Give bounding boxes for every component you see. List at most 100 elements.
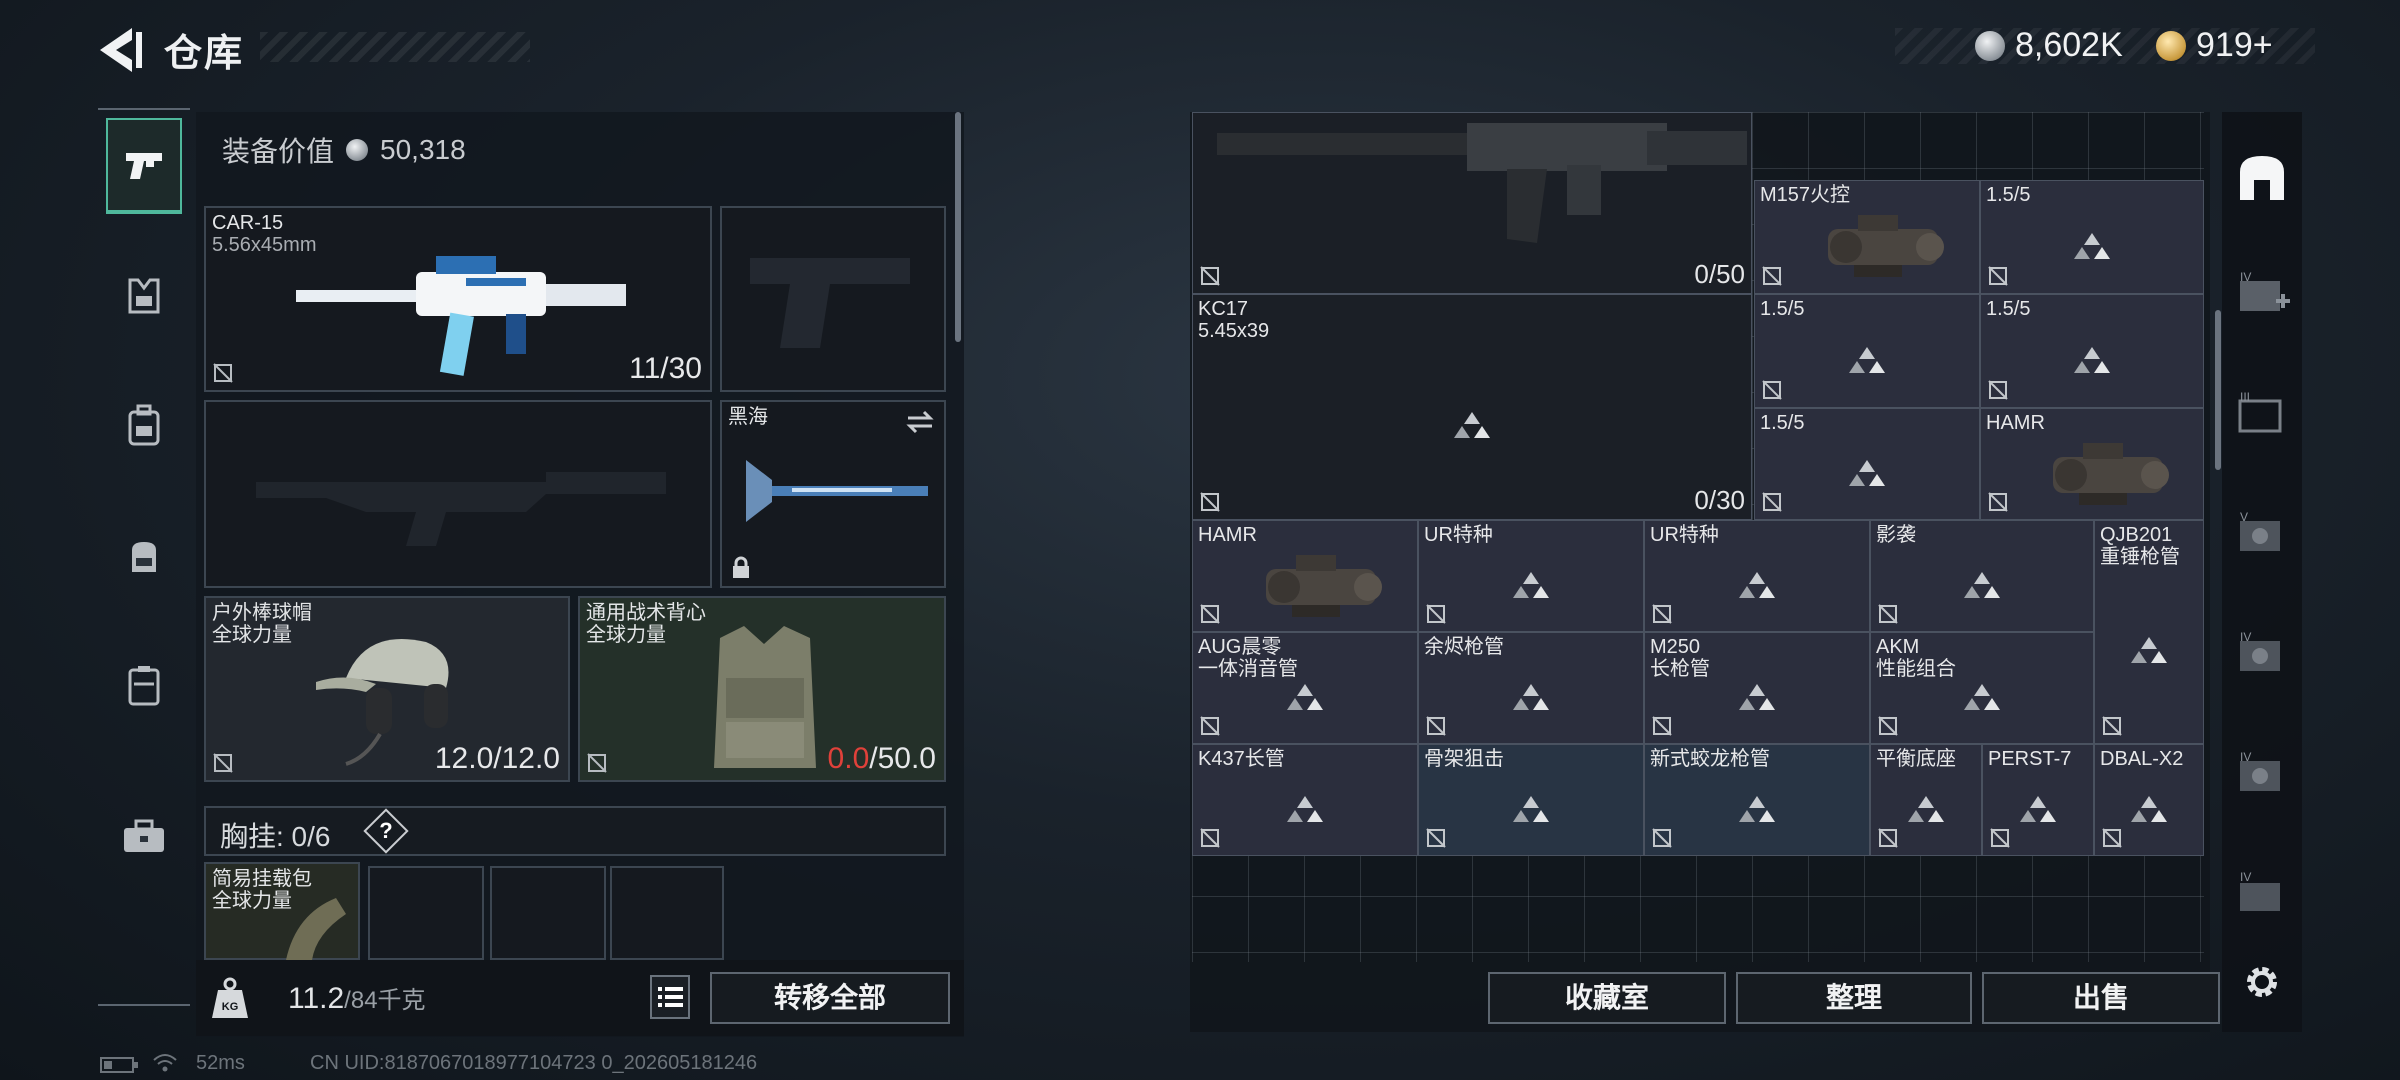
storage-item-name: 骨架狙击	[1424, 748, 1504, 770]
storage-item-pingheng[interactable]: 平衡底座	[1870, 744, 1982, 856]
storage-item-perst[interactable]: PERST-7	[1982, 744, 2094, 856]
storage-item-c-1-5-c[interactable]: 1.5/5	[1980, 294, 2204, 408]
secondary-weapon-slot[interactable]	[204, 400, 712, 588]
storage-item-yingxi[interactable]: 影袭	[1870, 520, 2094, 632]
silver-coin-icon	[346, 139, 369, 161]
rail-tab-weapons[interactable]	[106, 118, 182, 214]
rail-tab-toolbox[interactable]	[106, 788, 182, 884]
sort-button[interactable]: 整理	[1736, 972, 1972, 1024]
chest-rig-item[interactable]: 简易挂载包 全球力量	[204, 862, 360, 960]
back-button[interactable]	[96, 24, 146, 76]
storage-scrollbar[interactable]	[2215, 310, 2221, 470]
svg-text:IV: IV	[2240, 270, 2251, 284]
collection-room-button[interactable]: 收藏室	[1488, 972, 1726, 1024]
placeholder-triangle-icon	[1964, 571, 2000, 598]
placeholder-triangle-icon	[1739, 795, 1775, 822]
helmet-slot[interactable]: 户外棒球帽 全球力量 12.0/12.0	[204, 596, 570, 782]
swap-icon[interactable]	[904, 408, 936, 436]
no-insurance-icon	[2102, 716, 2122, 736]
storage-item-dbal[interactable]: DBAL-X2	[2094, 744, 2204, 856]
storage-item-aug[interactable]: AUG晨零 一体消音管	[1192, 632, 1418, 744]
chest-rig-empty-slot[interactable]	[490, 866, 606, 960]
storage-item-jiaolong[interactable]: 新式蛟龙枪管	[1644, 744, 1870, 856]
storage-item-title: 新式蛟龙枪管	[1650, 748, 1770, 770]
silver-currency-value: 8,602K	[2015, 26, 2123, 64]
storage-item-title: AKM	[1876, 636, 1920, 658]
storage-item-c-1-5-b[interactable]: 1.5/5	[1754, 294, 1980, 408]
storage-item-hamr-b[interactable]: HAMR	[1192, 520, 1418, 632]
transfer-all-button[interactable]: 转移全部	[710, 972, 950, 1024]
no-insurance-icon	[213, 753, 233, 773]
list-view-button[interactable]	[650, 975, 690, 1019]
storage-item-gujia[interactable]: 骨架狙击	[1418, 744, 1644, 856]
rail-tab-armor[interactable]	[106, 248, 182, 344]
storage-item-c-1-5-d[interactable]: 1.5/5	[1754, 408, 1980, 520]
melee-slot[interactable]: 黑海	[720, 400, 946, 588]
vest-slot[interactable]: 通用战术背心 全球力量 0.0/50.0	[578, 596, 946, 782]
storage-item-c-1-5-a[interactable]: 1.5/5	[1980, 180, 2204, 294]
storage-item-subtitle: 性能组合	[1876, 658, 1956, 680]
rail-tab-backpack[interactable]	[106, 508, 182, 604]
storage-item-name: UR特种	[1424, 524, 1493, 546]
silver-currency[interactable]: 8,602K	[1975, 26, 2123, 65]
storage-item-m250[interactable]: M250 长枪管	[1644, 632, 1870, 744]
storage-item-akm[interactable]: AKM 性能组合	[1870, 632, 2094, 744]
storage-item-name: QJB201 重锤枪管	[2100, 524, 2180, 568]
chest-rig-empty-slot[interactable]	[610, 866, 724, 960]
storage-item-title: M250	[1650, 636, 1701, 658]
storage-item-ur-a[interactable]: UR特种	[1418, 520, 1644, 632]
carry-weight-max: /84千克	[344, 987, 426, 1014]
scope-image	[2053, 443, 2169, 505]
svg-text:IV: IV	[2240, 750, 2251, 764]
storage-tab-4-c[interactable]: IV	[2228, 856, 2296, 932]
placeholder-triangle-icon	[2131, 636, 2167, 663]
storage-tab-4-add[interactable]: IV	[2228, 256, 2296, 332]
no-insurance-icon	[1200, 492, 1220, 512]
placeholder-triangle-icon	[1739, 683, 1775, 710]
chest-rig-empty-slot[interactable]	[368, 866, 484, 960]
storage-tab-4-b[interactable]: IV	[2228, 736, 2296, 812]
storage-item-qjb201[interactable]: QJB201 重锤枪管	[2094, 520, 2204, 744]
storage-item-name: HAMR	[1198, 524, 1257, 546]
placeholder-triangle-icon	[1513, 683, 1549, 710]
storage-item-hamr-a[interactable]: HAMR	[1980, 408, 2204, 520]
storage-item-title: HAMR	[1986, 412, 2045, 434]
storage-tab-4-a[interactable]: IV	[2228, 616, 2296, 692]
sell-button[interactable]: 出售	[1982, 972, 2220, 1024]
no-insurance-icon	[1426, 716, 1446, 736]
placeholder-triangle-icon	[2074, 346, 2110, 373]
network-latency: 52ms	[196, 1052, 245, 1074]
storage-item-k437[interactable]: K437长管	[1192, 744, 1418, 856]
loadout-scrollbar[interactable]	[955, 112, 961, 342]
storage-item-yujin[interactable]: 余烬枪管	[1418, 632, 1644, 744]
settings-button[interactable]	[2228, 944, 2296, 1020]
rail-tab-rig[interactable]	[106, 378, 182, 474]
case-icon	[128, 666, 160, 706]
sidearm-slot[interactable]	[720, 206, 946, 392]
no-insurance-icon	[1878, 716, 1898, 736]
vest-durability: 0.0/50.0	[828, 742, 936, 776]
storage-item-name: M250 长枪管	[1650, 636, 1710, 680]
storage-item-name: AUG晨零 一体消音管	[1198, 636, 1298, 680]
svg-text:V: V	[2240, 510, 2248, 524]
primary-weapon-ammo-count: 11/30	[629, 352, 702, 385]
storage-tab-3[interactable]: III	[2228, 376, 2296, 452]
helmet-durability: 12.0/12.0	[434, 742, 560, 775]
storage-item-m157[interactable]: M157火控	[1754, 180, 1980, 294]
gear-icon	[2247, 967, 2277, 997]
placeholder-triangle-icon	[1287, 795, 1323, 822]
help-question-mark[interactable]: ?	[370, 815, 402, 847]
rail-tab-case[interactable]	[106, 638, 182, 734]
storage-item-title: 骨架狙击	[1424, 748, 1504, 770]
storage-item-kc17[interactable]: KC17 5.45x39 0/30	[1192, 294, 1752, 520]
vest-sub: 全球力量	[586, 624, 666, 646]
gold-currency[interactable]: 919+	[2156, 26, 2273, 65]
primary-weapon-slot[interactable]: CAR-15 5.56x45mm 11/30	[204, 206, 712, 392]
storage-item-ur-b[interactable]: UR特种	[1644, 520, 1870, 632]
storage-item-rifle-large[interactable]: 0/50	[1192, 112, 1752, 294]
storage-item-title: 1.5/5	[1760, 298, 1805, 320]
storage-tab-main[interactable]	[2228, 140, 2296, 216]
scope-image	[1828, 215, 1944, 277]
storage-tab-5[interactable]: V	[2228, 496, 2296, 572]
gold-coin-icon	[2156, 30, 2186, 61]
